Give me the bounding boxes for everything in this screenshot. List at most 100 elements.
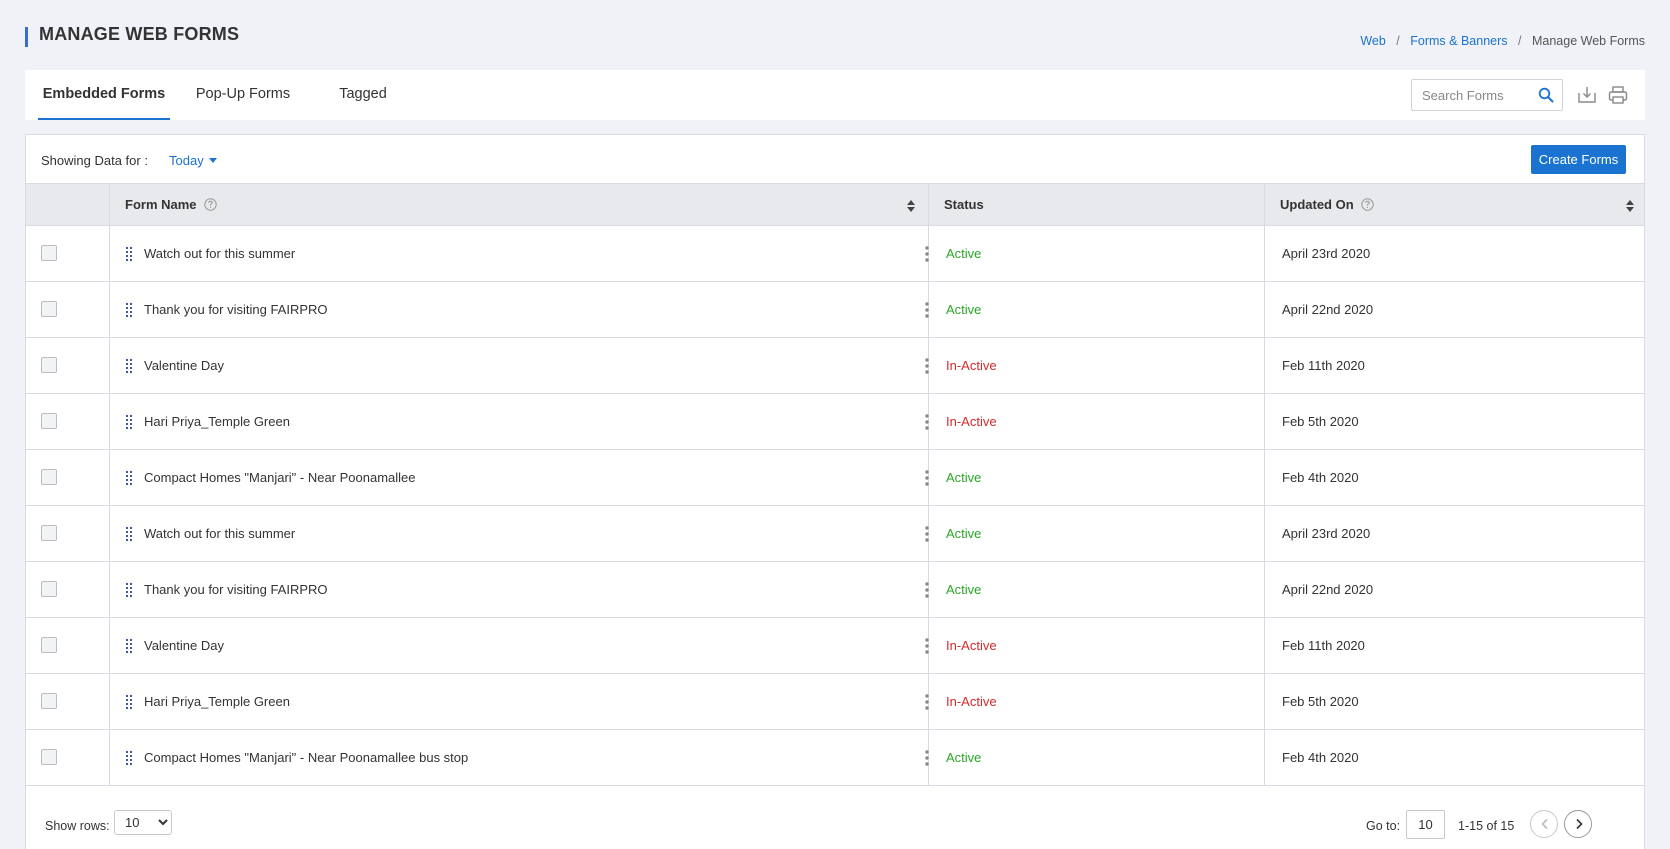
- row-checkbox[interactable]: [41, 245, 57, 261]
- form-name[interactable]: Valentine Day: [144, 358, 224, 373]
- updated-on-date: Feb 11th 2020: [1282, 638, 1365, 653]
- form-name[interactable]: Watch out for this summer: [144, 246, 295, 261]
- column-header-updated-on[interactable]: Updated On: [1280, 184, 1374, 226]
- breadcrumb-separator: /: [1396, 34, 1400, 48]
- table-header: Form Name Status Updated On: [26, 183, 1644, 226]
- drag-handle-icon[interactable]: [125, 694, 133, 710]
- breadcrumb-forms-banners[interactable]: Forms & Banners: [1410, 34, 1507, 48]
- table-row[interactable]: Compact Homes "Manjari" - Near Poonamall…: [26, 450, 1644, 506]
- column-divider: [109, 562, 110, 617]
- row-checkbox[interactable]: [41, 525, 57, 541]
- form-name[interactable]: Thank you for visiting FAIRPRO: [144, 302, 328, 317]
- page-title: MANAGE WEB FORMS: [39, 24, 240, 44]
- column-divider: [109, 730, 110, 785]
- more-options-icon[interactable]: [922, 581, 932, 599]
- updated-on-date: Feb 11th 2020: [1282, 358, 1365, 373]
- search-input[interactable]: [1422, 80, 1532, 110]
- row-checkbox[interactable]: [41, 357, 57, 373]
- column-header-form-name[interactable]: Form Name: [125, 184, 217, 226]
- row-checkbox[interactable]: [41, 693, 57, 709]
- column-divider: [109, 394, 110, 449]
- table-row[interactable]: Hari Priya_Temple Green In-Active Feb 5th …: [26, 394, 1644, 450]
- goto-label: Go to:: [1366, 819, 1401, 833]
- print-icon[interactable]: [1607, 84, 1629, 106]
- form-name[interactable]: Watch out for this summer: [144, 526, 295, 541]
- breadcrumb-separator: /: [1518, 34, 1522, 48]
- drag-handle-icon[interactable]: [125, 526, 133, 542]
- updated-on-date: April 23rd 2020: [1282, 526, 1371, 541]
- column-divider: [928, 184, 929, 225]
- drag-handle-icon[interactable]: [125, 582, 133, 598]
- table-row[interactable]: Hari Priya_Temple Green In-Active Feb 5th …: [26, 674, 1644, 730]
- drag-handle-icon[interactable]: [125, 302, 133, 318]
- column-divider: [1264, 338, 1265, 393]
- more-options-icon[interactable]: [922, 301, 932, 319]
- row-checkbox[interactable]: [41, 581, 57, 597]
- row-checkbox[interactable]: [41, 413, 57, 429]
- page-header: MANAGE WEB FORMS Web / Forms & Banners /…: [25, 22, 1645, 52]
- row-checkbox[interactable]: [41, 301, 57, 317]
- search-icon[interactable]: [1538, 87, 1554, 103]
- drag-handle-icon[interactable]: [125, 358, 133, 374]
- table-row[interactable]: Watch out for this summer Active April 23r…: [26, 226, 1644, 282]
- form-name[interactable]: Compact Homes "Manjari" - Near Poonamall…: [144, 470, 416, 485]
- more-options-icon[interactable]: [922, 693, 932, 711]
- column-divider: [109, 618, 110, 673]
- row-checkbox[interactable]: [41, 637, 57, 653]
- column-divider: [109, 184, 110, 225]
- help-icon[interactable]: [204, 198, 217, 211]
- row-checkbox[interactable]: [41, 469, 57, 485]
- more-options-icon[interactable]: [922, 357, 932, 375]
- drag-handle-icon[interactable]: [125, 246, 133, 262]
- tab-embedded-forms[interactable]: Embedded Forms: [38, 70, 170, 120]
- more-options-icon[interactable]: [922, 469, 932, 487]
- caret-down-icon: [208, 158, 217, 164]
- row-checkbox[interactable]: [41, 749, 57, 765]
- table-row[interactable]: Valentine Day In-Active Feb 11th 2020: [26, 618, 1644, 674]
- form-name[interactable]: Valentine Day: [144, 638, 224, 653]
- tabs-bar: Embedded Forms Pop-Up Forms Tagged Forms: [25, 70, 1645, 150]
- drag-handle-icon[interactable]: [125, 638, 133, 654]
- date-filter-dropdown[interactable]: Today: [169, 153, 217, 168]
- form-name[interactable]: Hari Priya_Temple Green: [144, 414, 290, 429]
- table-row[interactable]: Thank you for visiting FAIRPRO Active Apri…: [26, 282, 1644, 338]
- goto-page-input[interactable]: [1406, 810, 1445, 839]
- search-box: [1411, 79, 1563, 111]
- download-icon[interactable]: [1576, 84, 1598, 106]
- table-row[interactable]: Valentine Day In-Active Feb 11th 2020: [26, 338, 1644, 394]
- column-divider: [109, 282, 110, 337]
- column-divider: [1264, 450, 1265, 505]
- more-options-icon[interactable]: [922, 245, 932, 263]
- prev-page-button[interactable]: [1530, 810, 1558, 838]
- status-badge: In-Active: [946, 358, 997, 373]
- drag-handle-icon[interactable]: [125, 750, 133, 766]
- sort-icon[interactable]: [1625, 199, 1635, 213]
- more-options-icon[interactable]: [922, 413, 932, 431]
- breadcrumb-web[interactable]: Web: [1360, 34, 1385, 48]
- sort-icon[interactable]: [906, 199, 916, 213]
- more-options-icon[interactable]: [922, 749, 932, 767]
- form-name[interactable]: Hari Priya_Temple Green: [144, 694, 290, 709]
- updated-on-date: Feb 4th 2020: [1282, 470, 1359, 485]
- table-row[interactable]: Compact Homes "Manjari" - Near Poonamall…: [26, 730, 1644, 786]
- tab-tagged-forms[interactable]: Tagged Forms: [317, 70, 409, 150]
- form-name[interactable]: Compact Homes "Manjari" - Near Poonamall…: [144, 750, 468, 765]
- table-row[interactable]: Watch out for this summer Active April 23r…: [26, 506, 1644, 562]
- drag-handle-icon[interactable]: [125, 470, 133, 486]
- drag-handle-icon[interactable]: [125, 414, 133, 430]
- column-divider: [1264, 226, 1265, 281]
- column-divider: [1264, 562, 1265, 617]
- rows-per-page-select[interactable]: 10: [114, 810, 172, 835]
- more-options-icon[interactable]: [922, 525, 932, 543]
- create-forms-button[interactable]: Create Forms: [1531, 145, 1626, 174]
- status-badge: Active: [946, 750, 982, 765]
- help-icon[interactable]: [1361, 198, 1374, 211]
- table-row[interactable]: Thank you for visiting FAIRPRO Active Apri…: [26, 562, 1644, 618]
- updated-on-date: April 22nd 2020: [1282, 302, 1374, 317]
- next-page-button[interactable]: [1564, 810, 1592, 838]
- updated-on-date: April 23rd 2020: [1282, 246, 1371, 261]
- title-accent-bar: [25, 27, 28, 47]
- tab-pop-up-forms[interactable]: Pop-Up Forms: [195, 70, 291, 120]
- more-options-icon[interactable]: [922, 637, 932, 655]
- form-name[interactable]: Thank you for visiting FAIRPRO: [144, 582, 328, 597]
